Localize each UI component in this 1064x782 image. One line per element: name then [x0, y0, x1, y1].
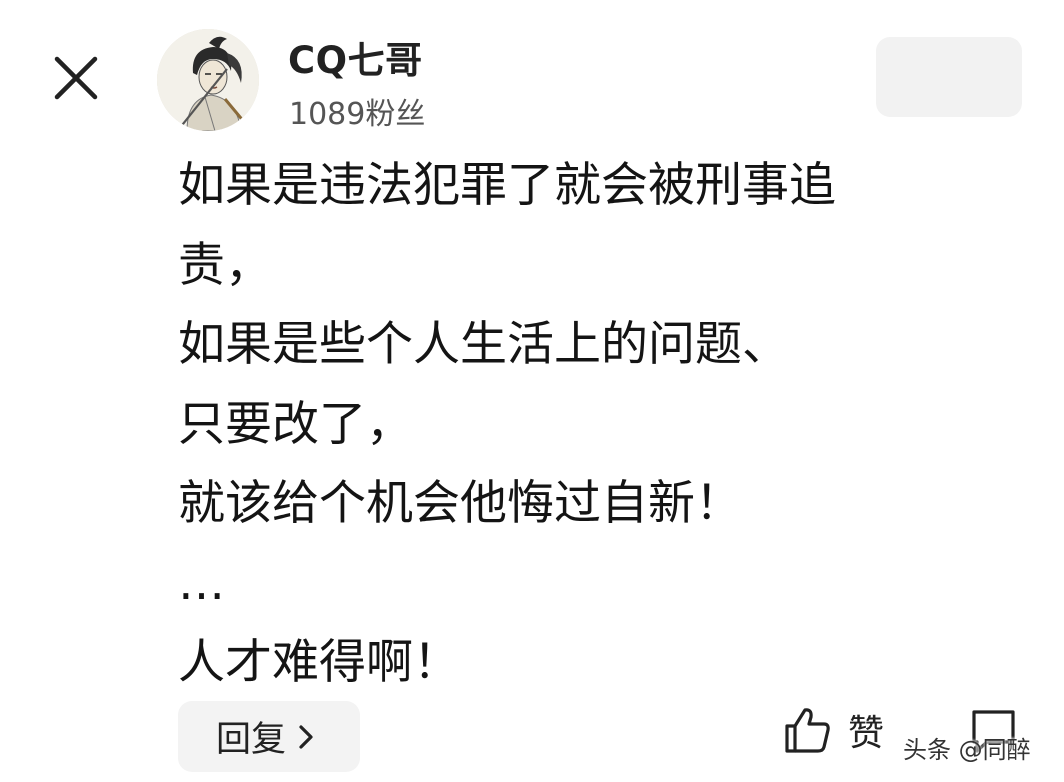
- like-label: 赞: [848, 713, 885, 754]
- author-name[interactable]: CQ七哥: [288, 30, 423, 84]
- comment-line: 如果是违法犯罪了就会被刑事追: [178, 158, 836, 213]
- chevron-right-icon: [296, 723, 316, 751]
- reply-button[interactable]: 回复: [178, 701, 360, 772]
- like-button[interactable]: 赞: [782, 704, 884, 756]
- follow-button[interactable]: [876, 37, 1022, 117]
- avatar-ink-portrait-icon: [157, 29, 259, 131]
- comment-detail-screen: CQ七哥 1089粉丝 如果是违法犯罪了就会被刑事追 责， 如果是些个人生活上的…: [0, 0, 1064, 782]
- comment-line: 责，: [178, 237, 272, 293]
- avatar[interactable]: [157, 29, 259, 131]
- comment-line: …: [178, 555, 225, 611]
- follower-count: 1089粉丝: [289, 97, 426, 132]
- watermark: 头条 @同醉: [903, 736, 1031, 764]
- comment-line: 如果是些个人生活上的问题、: [178, 317, 789, 372]
- close-button[interactable]: [48, 50, 104, 106]
- comment-line: 就该给个机会他悔过自新！: [178, 476, 742, 531]
- comment-line: 人才难得啊！: [178, 635, 460, 690]
- thumbs-up-icon: [785, 708, 830, 753]
- reply-label: 回复: [216, 720, 287, 760]
- close-icon: [54, 56, 98, 100]
- comment-text: 如果是违法犯罪了就会被刑事追 责， 如果是些个人生活上的问题、 只要改了， 就该…: [178, 146, 1018, 703]
- comment-line: 只要改了，: [178, 396, 413, 452]
